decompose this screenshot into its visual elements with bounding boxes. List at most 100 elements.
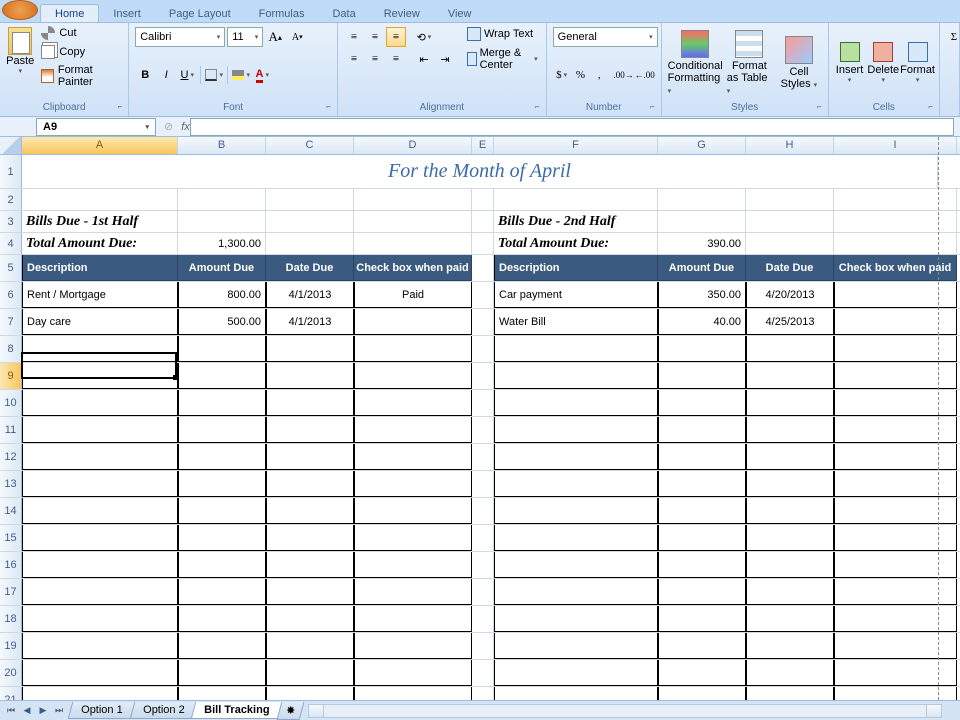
cell[interactable]: Amount Due <box>178 255 266 281</box>
cell[interactable] <box>494 471 658 497</box>
cell[interactable] <box>354 233 472 254</box>
row-header[interactable]: 16 <box>0 552 22 578</box>
cell[interactable] <box>746 363 834 389</box>
cell[interactable] <box>266 552 354 578</box>
cell[interactable] <box>178 606 266 632</box>
col-header-B[interactable]: B <box>178 137 266 154</box>
cell[interactable] <box>178 211 266 232</box>
cell[interactable] <box>22 687 178 700</box>
cell[interactable] <box>472 282 494 308</box>
copy-button[interactable]: Copy <box>38 44 124 60</box>
cell[interactable] <box>472 390 494 416</box>
worksheet-grid[interactable]: A B C D E F G H I 1For the Month of Apri… <box>0 137 960 700</box>
cell[interactable] <box>178 579 266 605</box>
fx-cancel-icon[interactable]: ⊘ <box>164 120 173 133</box>
cell[interactable]: Date Due <box>266 255 354 281</box>
horizontal-scrollbar[interactable] <box>308 704 942 718</box>
align-right-button[interactable]: ≡ <box>386 49 406 69</box>
tab-home[interactable]: Home <box>40 4 99 22</box>
cell[interactable] <box>22 390 178 416</box>
cell[interactable] <box>354 606 472 632</box>
formula-bar[interactable] <box>190 118 954 136</box>
cell[interactable] <box>658 390 746 416</box>
align-center-button[interactable]: ≡ <box>365 49 385 69</box>
cell[interactable] <box>472 189 494 210</box>
cell[interactable]: 4/20/2013 <box>746 282 834 308</box>
tab-formulas[interactable]: Formulas <box>245 5 319 22</box>
cell[interactable] <box>354 498 472 524</box>
italic-button[interactable]: I <box>156 65 176 85</box>
cell[interactable] <box>746 233 834 254</box>
cell[interactable] <box>834 390 957 416</box>
cell[interactable] <box>266 660 354 686</box>
prev-sheet-button[interactable]: ◀ <box>20 704 34 718</box>
cell[interactable] <box>354 390 472 416</box>
cell[interactable] <box>472 498 494 524</box>
cell[interactable] <box>834 579 957 605</box>
row-header[interactable]: 13 <box>0 471 22 497</box>
cell[interactable] <box>472 471 494 497</box>
cell[interactable] <box>494 633 658 659</box>
cell[interactable] <box>834 552 957 578</box>
insert-cells-button[interactable]: Insert▾ <box>833 25 867 101</box>
cell[interactable] <box>658 336 746 362</box>
cell[interactable]: Car payment <box>494 282 658 308</box>
first-sheet-button[interactable]: ⏮ <box>4 704 18 718</box>
cell[interactable] <box>746 417 834 443</box>
cell[interactable]: Check box when paid <box>834 255 957 281</box>
cell[interactable]: 1,300.00 <box>178 233 266 254</box>
cell[interactable] <box>834 525 957 551</box>
cell[interactable] <box>494 525 658 551</box>
align-middle-button[interactable]: ≡ <box>365 27 385 47</box>
cell[interactable] <box>834 233 957 254</box>
cell[interactable] <box>354 444 472 470</box>
cell[interactable] <box>22 606 178 632</box>
cell[interactable] <box>658 417 746 443</box>
cell[interactable] <box>658 211 746 232</box>
font-color-button[interactable]: A <box>252 65 272 85</box>
row-header[interactable]: 11 <box>0 417 22 443</box>
tab-insert[interactable]: Insert <box>99 5 155 22</box>
cell[interactable] <box>472 525 494 551</box>
cell[interactable] <box>266 211 354 232</box>
row-header[interactable]: 3 <box>0 211 22 232</box>
cell[interactable] <box>746 498 834 524</box>
cell[interactable] <box>658 471 746 497</box>
fx-icon[interactable]: fx <box>181 121 190 133</box>
increase-decimal-button[interactable]: .00→ <box>614 65 634 85</box>
merge-center-button[interactable]: Merge & Center <box>463 45 542 73</box>
cell[interactable] <box>472 552 494 578</box>
tab-view[interactable]: View <box>434 5 486 22</box>
row-header[interactable]: 9 <box>0 363 22 389</box>
cell[interactable] <box>746 633 834 659</box>
cell[interactable] <box>178 498 266 524</box>
col-header-C[interactable]: C <box>266 137 354 154</box>
cell[interactable] <box>658 660 746 686</box>
cell[interactable] <box>658 633 746 659</box>
cell[interactable] <box>354 363 472 389</box>
tab-review[interactable]: Review <box>370 5 434 22</box>
cell[interactable] <box>472 606 494 632</box>
cell[interactable] <box>178 525 266 551</box>
cell[interactable] <box>22 444 178 470</box>
name-box[interactable]: A9▾ <box>36 118 156 136</box>
cell[interactable] <box>834 309 957 335</box>
cell[interactable] <box>658 363 746 389</box>
cell[interactable]: Total Amount Due: <box>22 233 178 254</box>
cell[interactable] <box>266 417 354 443</box>
font-name-select[interactable]: Calibri▾ <box>135 27 225 47</box>
cell[interactable] <box>178 363 266 389</box>
comma-button[interactable]: , <box>590 65 608 85</box>
cell[interactable] <box>178 660 266 686</box>
cell[interactable] <box>494 660 658 686</box>
cell[interactable]: 40.00 <box>658 309 746 335</box>
office-button[interactable] <box>2 0 38 20</box>
col-header-A[interactable]: A <box>22 137 178 154</box>
row-header[interactable]: 6 <box>0 282 22 308</box>
cell[interactable]: Date Due <box>746 255 834 281</box>
cell[interactable] <box>354 525 472 551</box>
cell[interactable] <box>834 211 957 232</box>
row-header[interactable]: 19 <box>0 633 22 659</box>
cell[interactable] <box>22 471 178 497</box>
orientation-button[interactable]: ⟲ <box>414 27 434 47</box>
